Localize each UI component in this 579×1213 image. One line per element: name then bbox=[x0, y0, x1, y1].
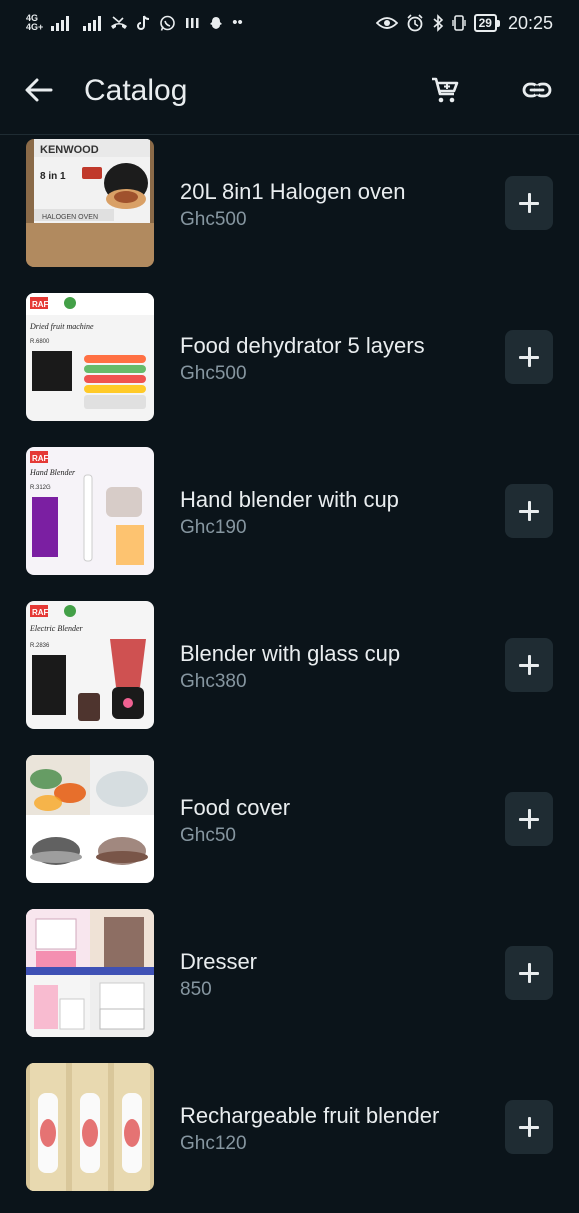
catalog-item[interactable]: RAF Dried fruit machine R.6800 Food dehy… bbox=[0, 289, 579, 443]
thumb-badge: 8 in 1 bbox=[40, 171, 66, 182]
tiktok-icon bbox=[137, 15, 150, 30]
arrow-left-icon bbox=[25, 78, 53, 102]
catalog-item[interactable]: Rechargeable fruit blender Ghc120 bbox=[0, 1059, 579, 1213]
product-thumbnail: RAF Electric Blender R.2836 bbox=[26, 601, 154, 729]
snapchat-icon bbox=[210, 17, 223, 29]
product-price: 850 bbox=[180, 979, 212, 1000]
battery-icon: 29 bbox=[473, 14, 500, 32]
product-price: Ghc190 bbox=[180, 517, 247, 538]
product-name: Rechargeable fruit blender bbox=[180, 1103, 440, 1128]
add-to-cart-button[interactable] bbox=[505, 1100, 553, 1154]
plus-icon bbox=[519, 655, 539, 675]
add-to-cart-button[interactable] bbox=[505, 946, 553, 1000]
thumb-model: R.312G bbox=[30, 485, 51, 491]
product-thumbnail: RAF Hand Blender R.312G bbox=[26, 447, 154, 575]
app-icon bbox=[186, 18, 199, 28]
battery-level: 29 bbox=[473, 14, 497, 32]
product-name: 20L 8in1 Halogen oven bbox=[180, 179, 406, 204]
status-bar-left: 4G 4G+ •• bbox=[26, 14, 243, 32]
add-to-cart-button[interactable] bbox=[505, 330, 553, 384]
product-name: Blender with glass cup bbox=[180, 641, 401, 666]
thumb-model: R.6800 bbox=[30, 339, 50, 345]
product-price: Ghc500 bbox=[180, 209, 247, 230]
catalog-item[interactable]: Dresser 850 bbox=[0, 905, 579, 1059]
link-icon bbox=[522, 82, 552, 98]
product-thumbnail: RAF Dried fruit machine R.6800 bbox=[26, 293, 154, 421]
thumb-model: R.2836 bbox=[30, 643, 50, 649]
cart-icon bbox=[432, 77, 459, 103]
product-price: Ghc380 bbox=[180, 671, 247, 692]
signal-icon bbox=[51, 15, 70, 31]
cart-button[interactable] bbox=[424, 69, 466, 111]
add-to-cart-button[interactable] bbox=[505, 792, 553, 846]
catalog-item[interactable]: Food cover Ghc50 bbox=[0, 751, 579, 905]
eye-icon bbox=[375, 17, 398, 29]
thumb-text: Electric Blender bbox=[29, 624, 84, 633]
plus-icon bbox=[519, 809, 539, 829]
plus-icon bbox=[519, 963, 539, 983]
thumb-text: HALOGEN OVEN bbox=[42, 214, 98, 221]
status-time: 20:25 bbox=[507, 12, 553, 33]
bluetooth-icon bbox=[433, 14, 443, 32]
product-price: Ghc50 bbox=[180, 825, 236, 846]
whatsapp-icon bbox=[160, 15, 176, 31]
thumb-brand: RAF bbox=[32, 454, 49, 463]
plus-icon bbox=[519, 501, 539, 521]
product-name: Food dehydrator 5 layers bbox=[180, 333, 425, 358]
more-dots-icon: •• bbox=[232, 14, 243, 31]
page-title: Catalog bbox=[84, 74, 188, 107]
thumb-text: Hand Blender bbox=[29, 468, 76, 477]
add-to-cart-button[interactable] bbox=[505, 638, 553, 692]
vibrate-icon bbox=[451, 15, 466, 31]
plus-icon bbox=[519, 347, 539, 367]
add-to-cart-button[interactable] bbox=[505, 176, 553, 230]
app-bar: Catalog bbox=[0, 46, 579, 135]
catalog-item[interactable]: KENWOOD 8 in 1 HALOGEN OVEN 20L 8in1 Hal… bbox=[0, 135, 579, 289]
catalog-item[interactable]: RAF Hand Blender R.312G Hand blender wit… bbox=[0, 443, 579, 597]
product-thumbnail bbox=[26, 755, 154, 883]
product-name: Hand blender with cup bbox=[180, 487, 399, 512]
status-bar-right: 29 20:25 bbox=[375, 12, 553, 34]
plus-icon bbox=[519, 193, 539, 213]
catalog-list: KENWOOD 8 in 1 HALOGEN OVEN 20L 8in1 Hal… bbox=[0, 135, 579, 1213]
signal-icon bbox=[83, 15, 102, 31]
product-thumbnail bbox=[26, 1063, 154, 1191]
thumb-brand: KENWOOD bbox=[40, 144, 99, 156]
alarm-icon bbox=[407, 14, 423, 32]
network-type: 4G 4G+ bbox=[26, 14, 43, 32]
share-link-button[interactable] bbox=[516, 69, 558, 111]
thumb-brand: RAF bbox=[32, 300, 49, 309]
missed-call-icon bbox=[111, 16, 128, 29]
product-name: Food cover bbox=[180, 795, 291, 820]
plus-icon bbox=[519, 1117, 539, 1137]
back-button[interactable] bbox=[18, 69, 60, 111]
add-to-cart-button[interactable] bbox=[505, 484, 553, 538]
product-thumbnail: KENWOOD 8 in 1 HALOGEN OVEN bbox=[26, 139, 154, 267]
product-thumbnail bbox=[26, 909, 154, 1037]
network-sub-label: 4G+ bbox=[26, 22, 44, 32]
product-price: Ghc500 bbox=[180, 363, 247, 384]
catalog-item[interactable]: RAF Electric Blender R.2836 Blender with… bbox=[0, 597, 579, 751]
thumb-brand: RAF bbox=[32, 608, 49, 617]
product-price: Ghc120 bbox=[180, 1133, 247, 1154]
product-name: Dresser bbox=[180, 949, 258, 974]
thumb-text: Dried fruit machine bbox=[29, 322, 94, 331]
status-bar: 4G 4G+ •• 29 20:25 bbox=[0, 0, 579, 46]
